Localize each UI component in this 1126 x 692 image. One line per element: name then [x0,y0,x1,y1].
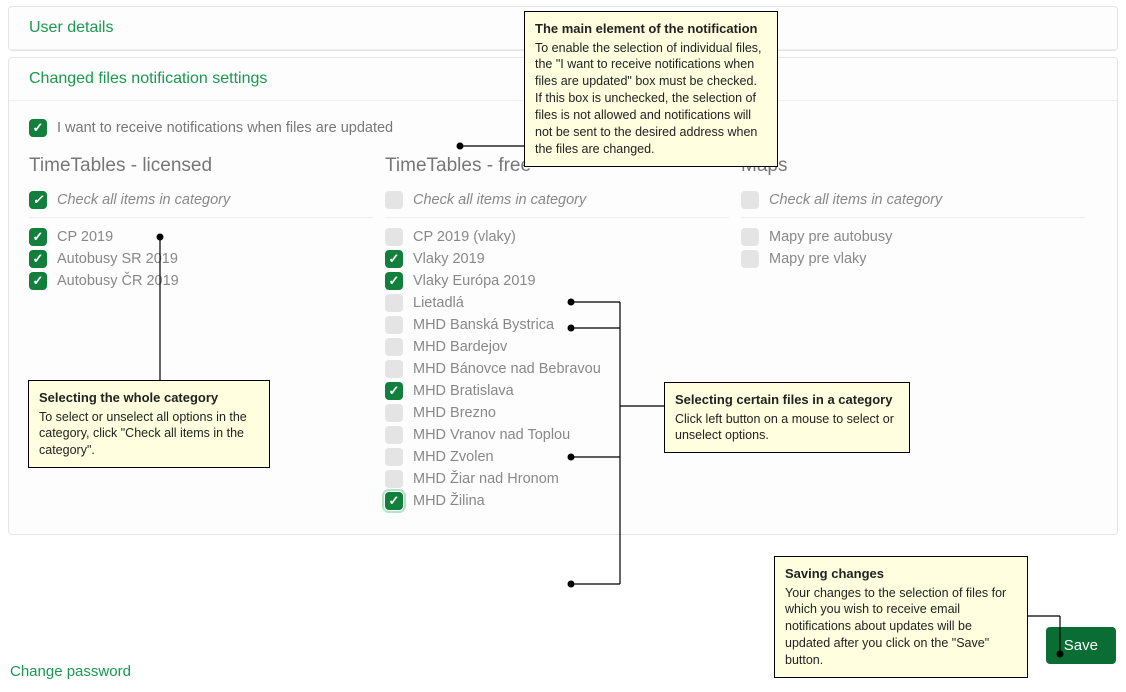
callout-body: To select or unselect all options in the… [39,409,259,460]
item-checkbox[interactable] [741,250,759,268]
item-label: MHD Banská Bystrica [413,317,554,333]
list-item: CP 2019 [29,228,373,246]
item-checkbox[interactable] [741,228,759,246]
item-label: MHD Žilina [413,493,485,509]
callout-whole-category: Selecting the whole category To select o… [28,380,270,468]
item-checkbox[interactable] [385,250,403,268]
item-checkbox[interactable] [385,492,403,510]
check-all-label: Check all items in category [769,192,942,208]
main-checkbox-label: I want to receive notifications when fil… [57,120,393,136]
check-all-row: Check all items in category [385,191,729,209]
item-checkbox[interactable] [385,426,403,444]
item-label: MHD Bardejov [413,339,507,355]
item-label: Vlaky 2019 [413,251,485,267]
check-all-label: Check all items in category [57,192,230,208]
item-checkbox[interactable] [385,316,403,334]
list-item: MHD Bardejov [385,338,729,356]
item-checkbox[interactable] [385,228,403,246]
item-label: Lietadlá [413,295,464,311]
item-label: CP 2019 (vlaky) [413,229,516,245]
main-checkbox[interactable] [29,119,47,137]
item-checkbox[interactable] [385,470,403,488]
check-all-label: Check all items in category [413,192,586,208]
item-label: MHD Vranov nad Toplou [413,427,570,443]
item-label: MHD Bánovce nad Bebravou [413,361,601,377]
callout-title: Selecting the whole category [39,389,259,407]
check-all-checkbox[interactable] [385,191,403,209]
list-item: Mapy pre vlaky [741,250,1085,268]
item-checkbox[interactable] [385,382,403,400]
save-button[interactable]: Save [1046,627,1116,664]
list-item: MHD Bánovce nad Bebravou [385,360,729,378]
item-label: MHD Brezno [413,405,496,421]
callout-body: Your changes to the selection of files f… [785,585,1017,669]
list-item: Vlaky 2019 [385,250,729,268]
check-all-checkbox[interactable] [741,191,759,209]
divider [29,217,373,218]
divider [385,217,729,218]
item-checkbox[interactable] [385,272,403,290]
column-free: TimeTables - free Check all items in cat… [385,147,741,514]
item-checkbox[interactable] [29,272,47,290]
column-maps: Maps Check all items in category Mapy pr… [741,147,1097,514]
list-item: Autobusy SR 2019 [29,250,373,268]
callout-title: Selecting certain files in a category [675,391,899,409]
list-item: Autobusy ČR 2019 [29,272,373,290]
callout-title: Saving changes [785,565,1017,583]
change-password-link[interactable]: Change password [10,663,131,680]
item-checkbox[interactable] [385,294,403,312]
column-title: Maps [741,155,1085,177]
item-checkbox[interactable] [385,448,403,466]
item-checkbox[interactable] [29,250,47,268]
check-all-checkbox[interactable] [29,191,47,209]
item-label: MHD Bratislava [413,383,514,399]
item-label: MHD Zvolen [413,449,494,465]
callout-body: To enable the selection of individual fi… [535,40,767,158]
list-item: Vlaky Európa 2019 [385,272,729,290]
list-item: MHD Žiar nad Hronom [385,470,729,488]
item-label: CP 2019 [57,229,113,245]
check-all-row: Check all items in category [741,191,1085,209]
item-label: Mapy pre vlaky [769,251,867,267]
item-label: Autobusy ČR 2019 [57,273,179,289]
item-label: Vlaky Európa 2019 [413,273,536,289]
callout-saving: Saving changes Your changes to the selec… [774,556,1028,678]
list-item: Mapy pre autobusy [741,228,1085,246]
item-checkbox[interactable] [385,404,403,422]
list-item: MHD Žilina [385,492,729,510]
item-checkbox[interactable] [385,360,403,378]
callout-certain-files: Selecting certain files in a category Cl… [664,382,910,453]
item-checkbox[interactable] [29,228,47,246]
column-title: TimeTables - licensed [29,155,373,177]
settings-title: Changed files notification settings [29,70,267,87]
callout-title: The main element of the notification [535,20,767,38]
divider [741,217,1085,218]
list-item: Lietadlá [385,294,729,312]
item-label: MHD Žiar nad Hronom [413,471,559,487]
user-details-title: User details [29,19,113,36]
list-item: MHD Banská Bystrica [385,316,729,334]
list-item: CP 2019 (vlaky) [385,228,729,246]
item-label: Mapy pre autobusy [769,229,892,245]
callout-body: Click left button on a mouse to select o… [675,411,899,445]
item-label: Autobusy SR 2019 [57,251,178,267]
check-all-row: Check all items in category [29,191,373,209]
item-checkbox[interactable] [385,338,403,356]
callout-main-element: The main element of the notification To … [524,11,778,167]
